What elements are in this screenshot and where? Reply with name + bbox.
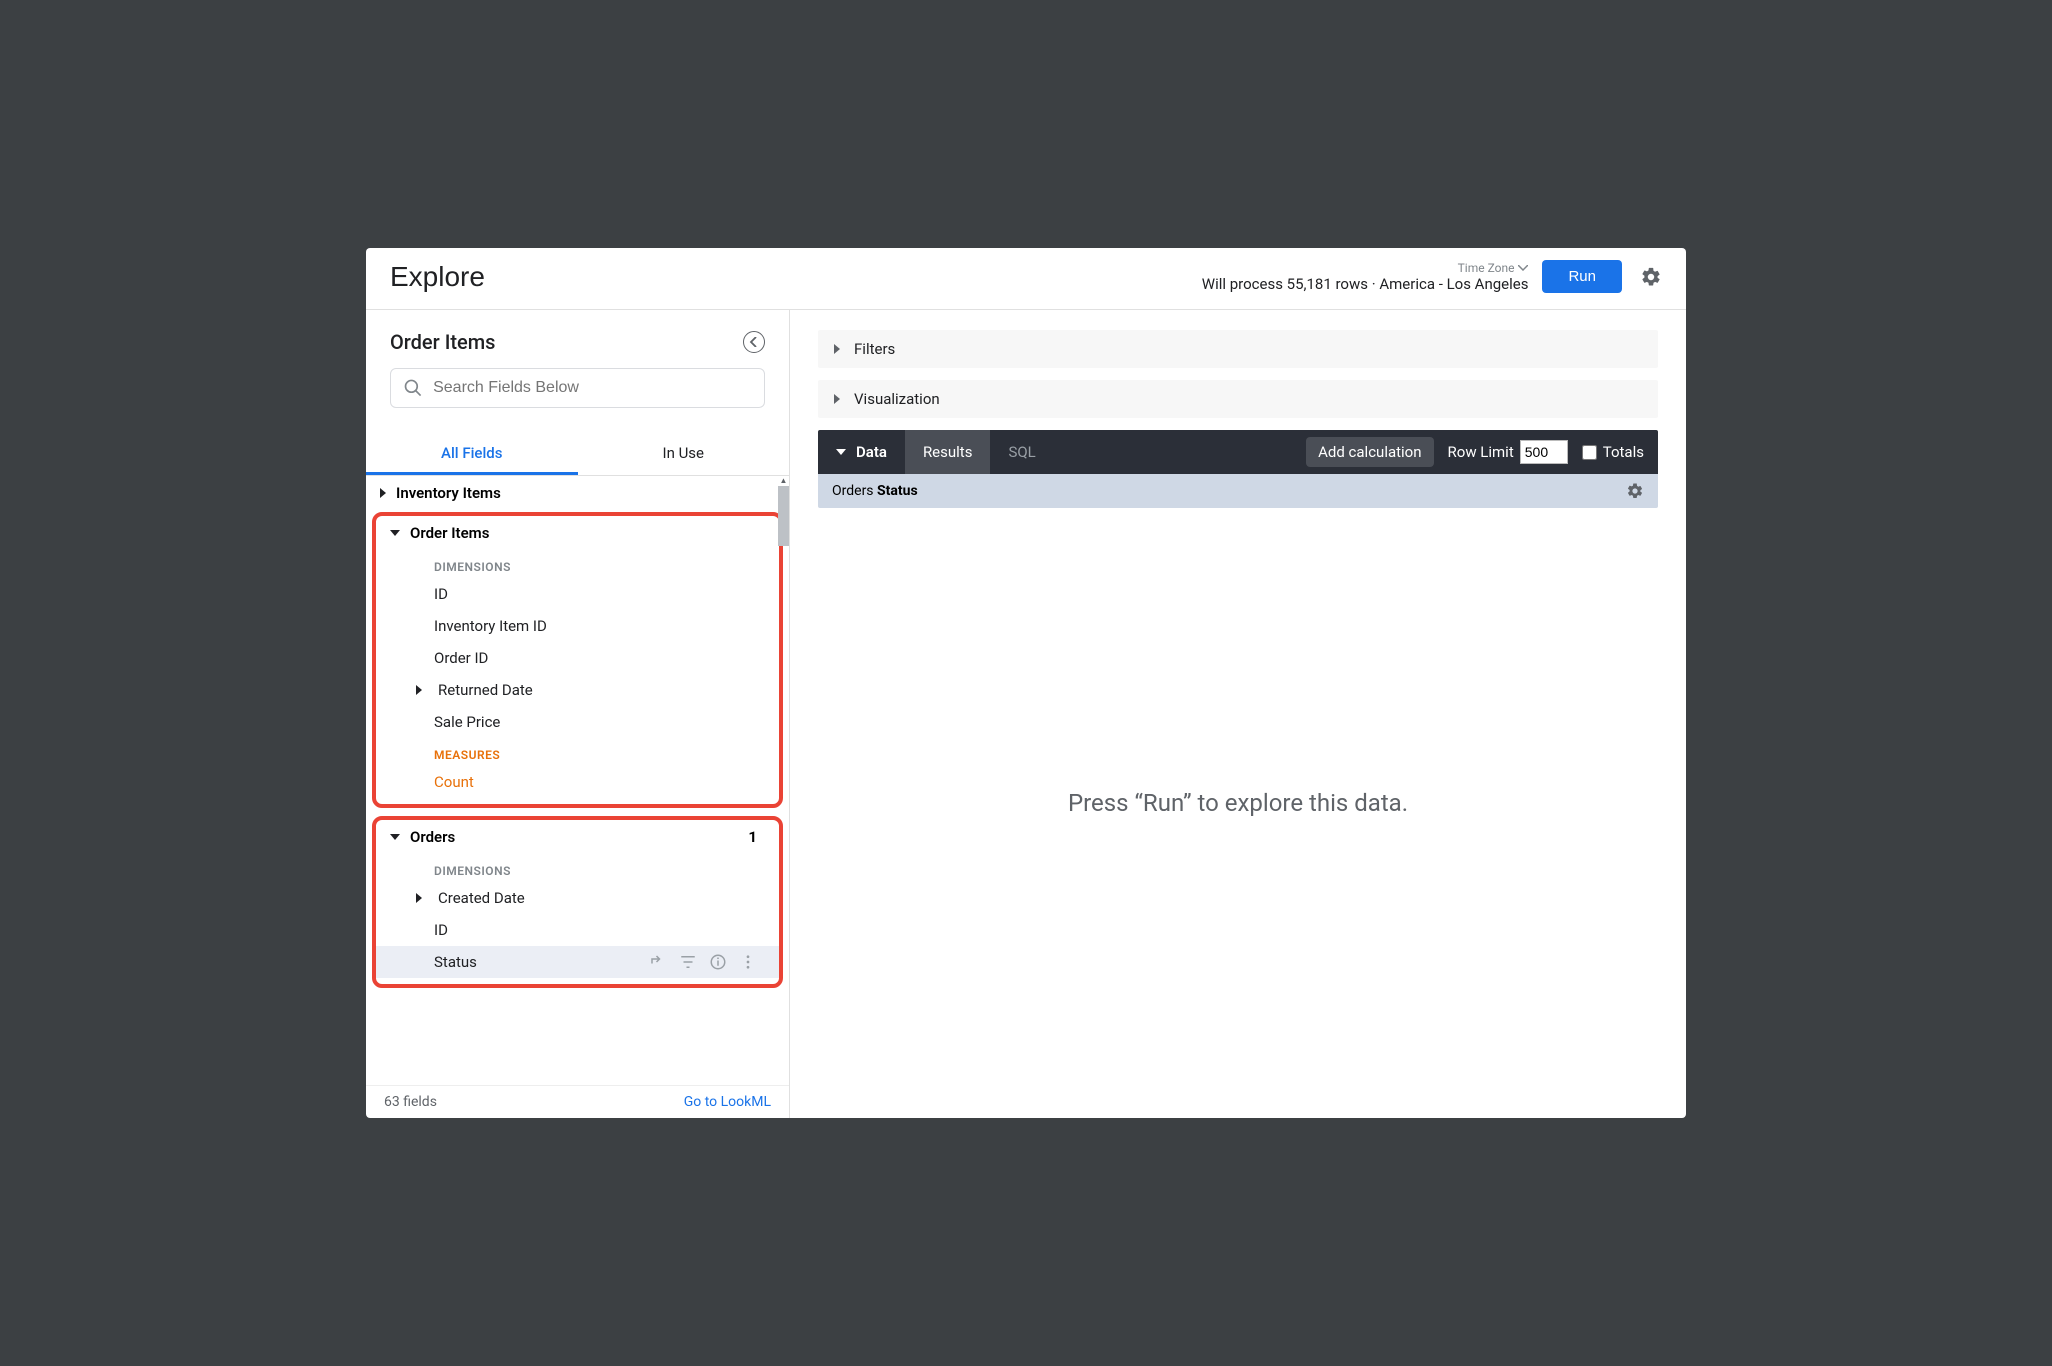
- tab-all-fields[interactable]: All Fields: [366, 434, 578, 475]
- scroll-up-arrow[interactable]: ▲: [778, 476, 789, 486]
- column-header-prefix: Orders: [832, 483, 877, 499]
- collapse-sidebar-button[interactable]: [743, 331, 765, 353]
- row-limit-label: Row Limit: [1448, 443, 1514, 461]
- chevron-left-icon: [749, 337, 759, 347]
- search-field[interactable]: [390, 368, 765, 408]
- topbar: Explore Time Zone Will process 55,181 ro…: [366, 248, 1686, 310]
- data-bar: Data Results SQL Add calculation Row Lim…: [818, 430, 1658, 474]
- sidebar-tabs: All Fields In Use: [366, 434, 789, 476]
- field-created-date[interactable]: Created Date: [376, 882, 779, 914]
- sql-tab[interactable]: SQL: [990, 430, 1053, 474]
- row-limit-control: Row Limit: [1448, 440, 1568, 464]
- totals-label: Totals: [1603, 443, 1644, 461]
- field-status[interactable]: Status: [376, 946, 779, 978]
- group-label: Inventory Items: [396, 484, 501, 502]
- totals-control: Totals: [1582, 443, 1644, 461]
- sidebar: Order Items All Fields In Use ▲: [366, 310, 790, 1118]
- timezone-label: Time Zone: [1458, 261, 1515, 275]
- filters-panel[interactable]: Filters: [818, 330, 1658, 368]
- row-limit-input[interactable]: [1520, 440, 1568, 464]
- field-label: Status: [434, 953, 477, 971]
- field-inventory-item-id[interactable]: Inventory Item ID: [376, 610, 779, 642]
- totals-checkbox[interactable]: [1582, 445, 1597, 460]
- measures-label: MEASURES: [376, 738, 779, 766]
- timezone-block: Time Zone Will process 55,181 rows · Ame…: [1202, 261, 1529, 293]
- column-header-text: Orders Status: [832, 483, 918, 499]
- results-label: Results: [923, 443, 973, 461]
- chevron-down-icon: [1518, 265, 1528, 271]
- field-label: Created Date: [438, 889, 525, 907]
- filters-label: Filters: [854, 340, 895, 358]
- sql-label: SQL: [1008, 443, 1035, 461]
- group-order-items[interactable]: Order Items: [376, 516, 779, 550]
- scrollbar-thumb[interactable]: [778, 486, 789, 546]
- info-icon[interactable]: [709, 953, 727, 971]
- more-icon[interactable]: [739, 953, 757, 971]
- data-tab[interactable]: Data: [818, 430, 905, 474]
- run-placeholder: Press “Run” to explore this data.: [818, 508, 1658, 1098]
- field-count: 63 fields: [384, 1094, 437, 1110]
- group-orders[interactable]: Orders 1: [376, 820, 779, 854]
- column-header[interactable]: Orders Status: [818, 474, 1658, 508]
- results-tab[interactable]: Results: [905, 430, 991, 474]
- highlight-orders: Orders 1 DIMENSIONS Created Date ID Stat…: [372, 816, 783, 988]
- dimensions-label: DIMENSIONS: [376, 550, 779, 578]
- data-label: Data: [856, 443, 887, 461]
- search-icon: [403, 377, 423, 399]
- visualization-label: Visualization: [854, 390, 940, 408]
- group-label: Order Items: [410, 524, 489, 542]
- pivot-icon[interactable]: [649, 953, 667, 971]
- field-returned-date[interactable]: Returned Date: [376, 674, 779, 706]
- sidebar-header: Order Items: [366, 310, 789, 354]
- field-id[interactable]: ID: [376, 578, 779, 610]
- topbar-right: Time Zone Will process 55,181 rows · Ame…: [1202, 260, 1662, 293]
- body: Order Items All Fields In Use ▲: [366, 310, 1686, 1118]
- column-header-bold: Status: [877, 483, 918, 499]
- visualization-panel[interactable]: Visualization: [818, 380, 1658, 418]
- rowcount-text: Will process 55,181 rows · America - Los…: [1202, 275, 1529, 293]
- add-calculation-button[interactable]: Add calculation: [1306, 437, 1433, 467]
- orders-count-badge: 1: [748, 828, 757, 846]
- field-label: Returned Date: [438, 681, 533, 699]
- caret-right-icon: [416, 893, 422, 903]
- field-sale-price[interactable]: Sale Price: [376, 706, 779, 738]
- caret-right-icon: [416, 685, 422, 695]
- explore-window: Explore Time Zone Will process 55,181 ro…: [366, 248, 1686, 1118]
- sidebar-footer: 63 fields Go to LookML: [366, 1085, 789, 1118]
- field-orders-id[interactable]: ID: [376, 914, 779, 946]
- dimensions-label: DIMENSIONS: [376, 854, 779, 882]
- app-title: Explore: [390, 261, 485, 293]
- tab-in-use[interactable]: In Use: [578, 434, 790, 475]
- filter-icon[interactable]: [679, 953, 697, 971]
- main-panel: Filters Visualization Data Results SQL A…: [790, 310, 1686, 1118]
- column-gear-icon[interactable]: [1626, 482, 1644, 500]
- field-count[interactable]: Count: [376, 766, 779, 798]
- caret-down-icon: [836, 449, 846, 455]
- caret-down-icon: [390, 530, 400, 536]
- group-inventory-items[interactable]: Inventory Items: [366, 476, 789, 510]
- caret-down-icon: [390, 834, 400, 840]
- timezone-selector[interactable]: Time Zone: [1458, 261, 1529, 275]
- search-wrap: [366, 354, 789, 408]
- sidebar-title: Order Items: [390, 330, 495, 354]
- highlight-order-items: Order Items DIMENSIONS ID Inventory Item…: [372, 512, 783, 808]
- gear-icon[interactable]: [1640, 266, 1662, 288]
- caret-right-icon: [380, 488, 386, 498]
- run-button[interactable]: Run: [1542, 260, 1622, 293]
- go-to-lookml-link[interactable]: Go to LookML: [684, 1094, 771, 1110]
- field-order-id[interactable]: Order ID: [376, 642, 779, 674]
- field-actions: [649, 953, 757, 971]
- search-input[interactable]: [433, 379, 752, 397]
- caret-right-icon: [834, 394, 840, 404]
- group-label: Orders: [410, 828, 455, 846]
- caret-right-icon: [834, 344, 840, 354]
- field-tree: ▲ Inventory Items Order Items DIMENSIONS…: [366, 476, 789, 1085]
